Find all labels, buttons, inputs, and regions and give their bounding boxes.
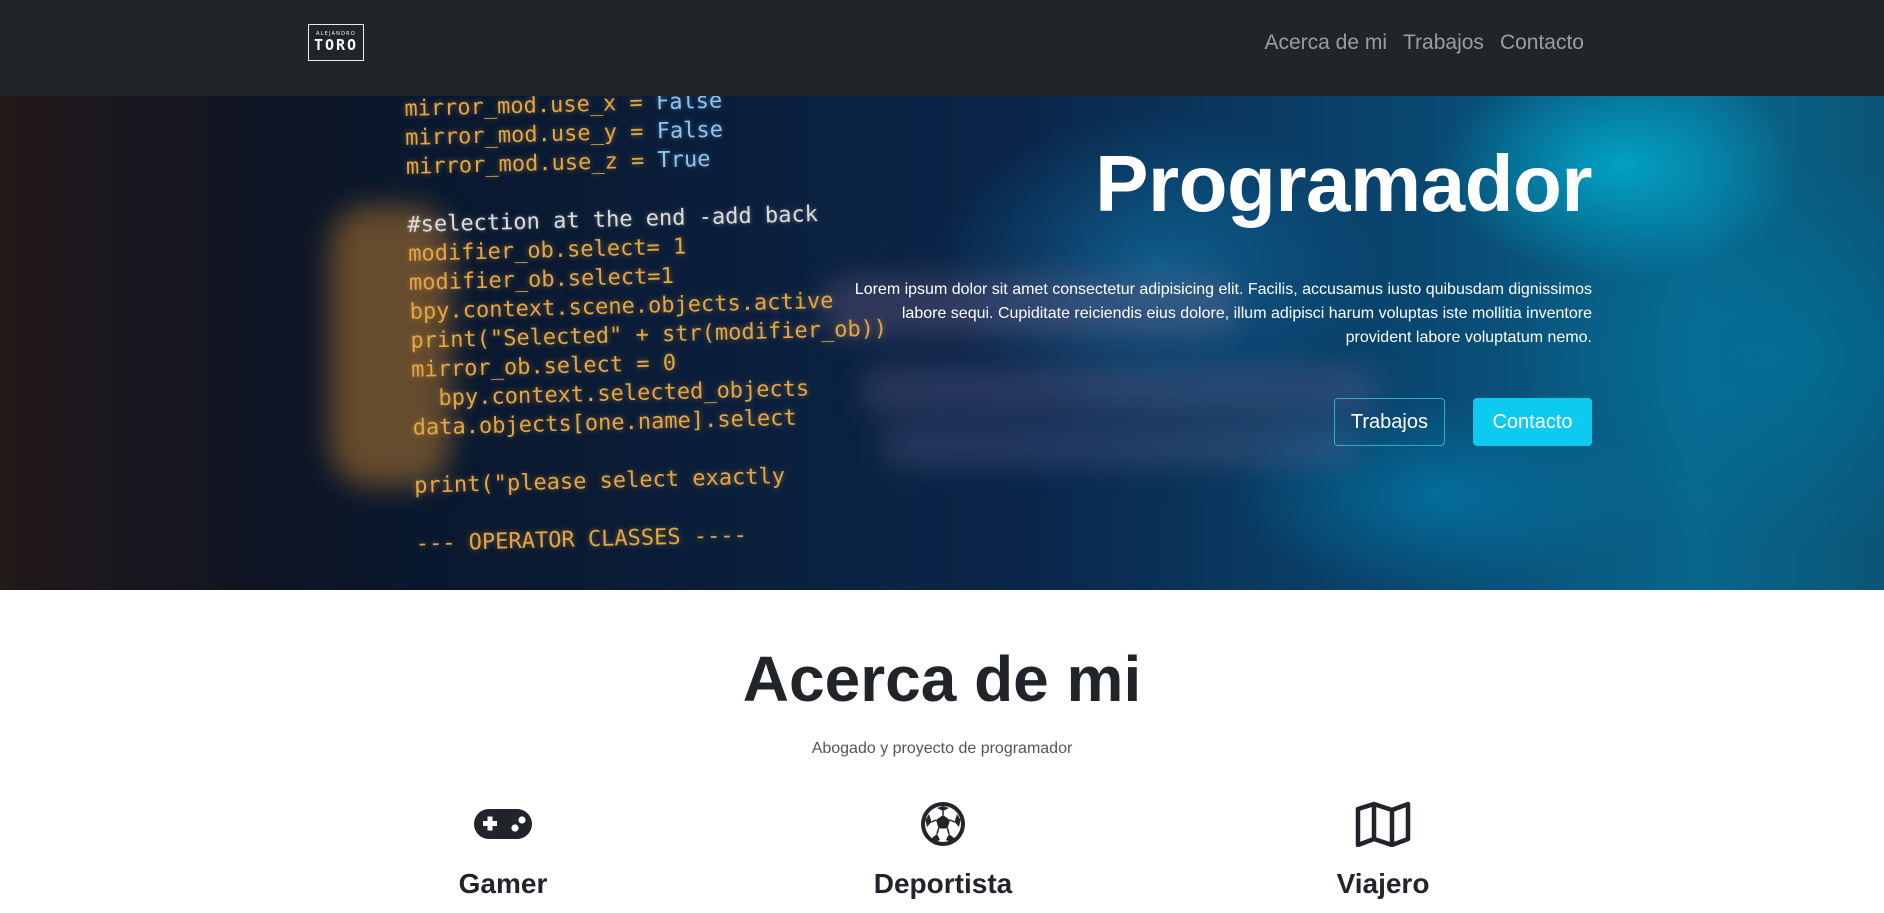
hero-section: mirror_mod.use_x = False mirror_mod.use_y…	[0, 96, 1884, 590]
gamepad-icon	[473, 800, 533, 848]
navbar: ALEJANDRO TORO Acerca de mi Trabajos Con…	[0, 0, 1884, 96]
feature-title: Gamer	[458, 868, 548, 899]
about-title: Acerca de mi	[742, 643, 1142, 715]
about-section: Acerca de mi Abogado y proyecto de progr…	[0, 590, 1884, 913]
contact-button[interactable]: Contacto	[1473, 398, 1592, 446]
brand-logo[interactable]: ALEJANDRO TORO	[308, 24, 364, 61]
nav-link-contacto[interactable]: Contacto	[1500, 31, 1584, 55]
soccer-ball-icon	[913, 800, 973, 848]
logo-main-text: TORO	[313, 36, 359, 54]
hero-buttons: Trabajos Contacto	[1333, 398, 1592, 446]
feature-deportista: Deportista	[793, 800, 1093, 900]
hero-title: Programador	[1095, 139, 1592, 228]
nav-links: Acerca de mi Trabajos Contacto	[1264, 0, 1584, 86]
feature-gamer: Gamer	[353, 800, 653, 900]
feature-viajero: Viajero	[1233, 800, 1533, 900]
nav-link-acerca[interactable]: Acerca de mi	[1264, 31, 1387, 55]
hero-description: Lorem ipsum dolor sit amet consectetur a…	[854, 281, 1592, 346]
about-subtitle: Abogado y proyecto de programador	[811, 740, 1073, 757]
nav-link-trabajos[interactable]: Trabajos	[1403, 31, 1484, 55]
feature-title: Viajero	[1336, 868, 1430, 899]
map-icon	[1353, 800, 1413, 848]
works-button[interactable]: Trabajos	[1333, 398, 1445, 446]
feature-title: Deportista	[873, 868, 1013, 899]
